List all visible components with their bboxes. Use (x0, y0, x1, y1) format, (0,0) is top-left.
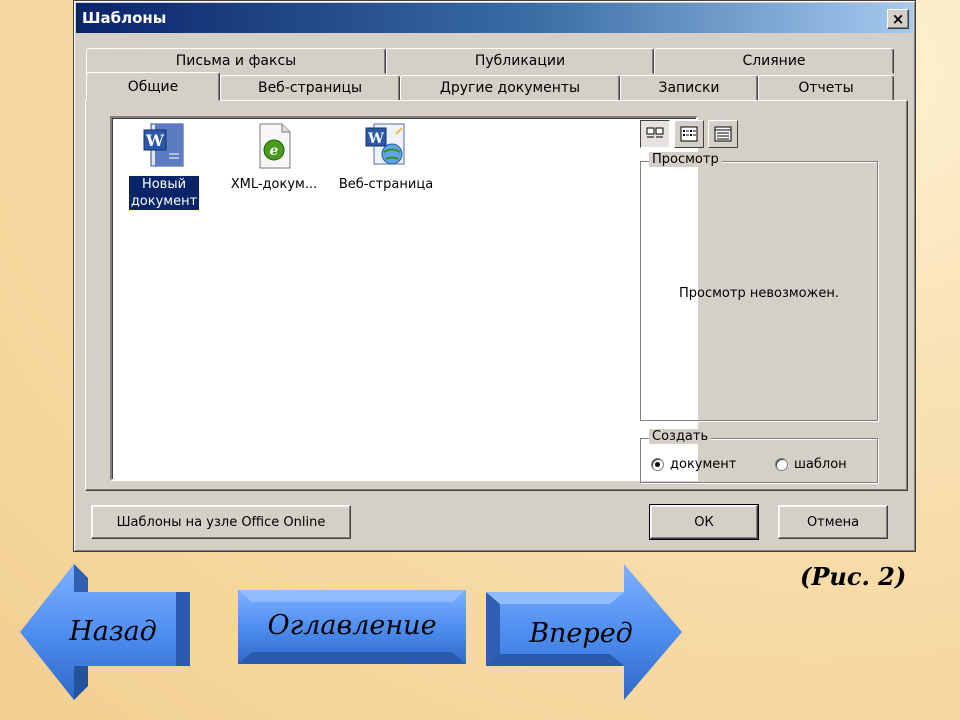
tab-label: Веб-страницы (257, 80, 363, 96)
file-label-line1: Новый (141, 177, 187, 192)
tab-label: Общие (127, 78, 179, 95)
details-view-button[interactable] (708, 120, 738, 148)
xml-document-icon: e (259, 123, 291, 169)
word-document-icon: W (143, 123, 184, 167)
tab-label: Письма и факсы (175, 53, 297, 69)
dialog-title: Шаблоны (82, 9, 167, 27)
file-item-web-page[interactable]: W Веб-страница (324, 122, 448, 193)
file-item-new-document[interactable]: W Новый документ (116, 122, 212, 211)
list-view-icon (680, 126, 698, 142)
tab-label: Слияние (742, 53, 806, 69)
close-icon: × (891, 10, 905, 28)
tab-other-documents[interactable]: Другие документы (400, 75, 620, 101)
tab-letters-faxes[interactable]: Письма и факсы (86, 48, 386, 74)
tab-mail-merge[interactable]: Слияние (654, 48, 894, 74)
tab-reports[interactable]: Отчеты (758, 75, 894, 101)
contents-nav-button[interactable]: Оглавление (238, 590, 466, 664)
file-label-line2: документ (130, 194, 198, 209)
create-document-label: документ (670, 457, 737, 472)
create-group: Создать документ шаблон (640, 429, 878, 483)
close-button[interactable]: × (887, 9, 909, 29)
svg-text:W: W (145, 131, 165, 150)
file-label: Веб-страница (338, 177, 434, 192)
file-label: XML-докум... (230, 177, 318, 192)
preview-message: Просмотр невозможен. (679, 286, 839, 301)
create-template-radio[interactable]: шаблон (775, 457, 847, 472)
preview-group: Просмотр Просмотр невозможен. (640, 152, 878, 421)
radio-button-checked[interactable] (651, 458, 664, 471)
ok-button[interactable]: ОК (649, 504, 759, 540)
tab-label: Другие документы (439, 80, 581, 96)
back-label: Назад (69, 616, 157, 647)
figure-caption: (Рис. 2) (800, 562, 907, 591)
list-view-button[interactable] (674, 120, 704, 148)
button-label: Шаблоны на узле Office Online (116, 514, 326, 530)
details-view-icon (714, 126, 732, 142)
forward-nav-button[interactable]: Вперед (486, 562, 684, 702)
file-item-xml-document[interactable]: e XML-докум... (226, 122, 322, 193)
cancel-button[interactable]: Отмена (778, 505, 888, 539)
tab-label: Записки (658, 80, 720, 96)
tab-web-pages[interactable]: Веб-страницы (220, 75, 400, 101)
back-nav-button[interactable]: Назад (18, 562, 192, 702)
forward-label: Вперед (529, 618, 633, 649)
svg-text:W: W (367, 131, 384, 147)
create-label: Создать (649, 429, 712, 444)
svg-text:e: e (270, 143, 279, 159)
create-document-radio[interactable]: документ (651, 457, 736, 472)
contents-label: Оглавление (267, 610, 437, 641)
dialog-titlebar[interactable]: Шаблоны × (76, 3, 913, 33)
create-template-label: шаблон (794, 457, 847, 472)
tab-label: Отчеты (798, 80, 854, 96)
tab-label: Публикации (474, 53, 566, 69)
file-label: Новый документ (127, 175, 201, 211)
button-label: Отмена (806, 514, 860, 530)
tab-general[interactable]: Общие (86, 72, 220, 101)
button-label: ОК (694, 514, 714, 530)
templates-dialog: Шаблоны × Письма и факсы Публикации Слия… (73, 0, 916, 552)
web-page-icon: W (365, 123, 405, 165)
office-online-templates-button[interactable]: Шаблоны на узле Office Online (91, 505, 351, 539)
large-icons-view-icon (646, 127, 664, 138)
radio-button-unchecked[interactable] (775, 458, 788, 471)
preview-label: Просмотр (649, 152, 722, 167)
tab-publications[interactable]: Публикации (386, 48, 654, 74)
large-icons-view-button[interactable] (640, 120, 670, 148)
template-file-list[interactable]: W Новый документ e XML-докум... W Веб-ст… (110, 116, 698, 481)
tab-memos[interactable]: Записки (620, 75, 758, 101)
